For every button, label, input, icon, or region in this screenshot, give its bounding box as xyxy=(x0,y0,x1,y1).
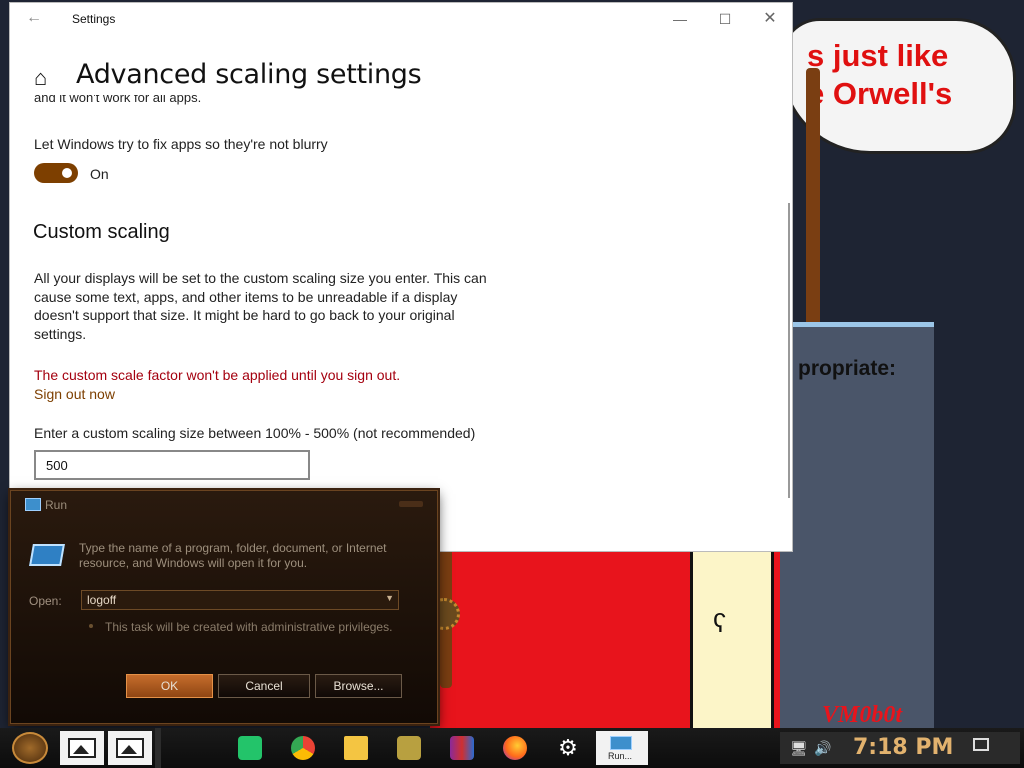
cancel-button[interactable]: Cancel xyxy=(218,674,310,698)
taskbar-run-task[interactable]: Run... xyxy=(596,731,648,765)
speech-bubble-line-2: e Orwell's xyxy=(807,76,953,111)
open-label: Open: xyxy=(29,594,62,608)
folder-icon xyxy=(344,736,368,760)
ok-button[interactable]: OK xyxy=(126,674,213,698)
settings-window: ← Settings — ☐ ✕ ⌂ Advanced scaling sett… xyxy=(10,3,792,551)
taskbar-chrome[interactable] xyxy=(281,731,325,765)
system-tray: 🖥 🔊 7:18 PM xyxy=(780,732,1020,764)
run-window-icon xyxy=(25,498,41,511)
speech-bubble-line-1: s just like xyxy=(807,38,949,73)
run-task-icon xyxy=(610,736,632,750)
taskbar: ⚙ Run... 🖥 🔊 7:18 PM xyxy=(0,728,1024,768)
chrome-icon xyxy=(291,736,315,760)
close-button[interactable]: ✕ xyxy=(750,7,790,31)
signout-warning: The custom scale factor won't be applied… xyxy=(34,367,401,383)
image-icon xyxy=(116,738,144,758)
sandbox-icon xyxy=(397,736,421,760)
shield-icon xyxy=(89,624,93,628)
admin-privileges-note: This task will be created with administr… xyxy=(105,620,393,634)
run-close-button[interactable] xyxy=(399,501,423,507)
taskbar-photos-1[interactable] xyxy=(60,731,104,765)
run-program-icon xyxy=(29,544,65,566)
custom-scaling-description: All your displays will be set to the cus… xyxy=(34,270,487,342)
taskbar-photos-2[interactable] xyxy=(108,731,152,765)
taskbar-separator xyxy=(155,728,161,768)
settings-scrollbar[interactable] xyxy=(788,203,790,498)
gear-icon: ⚙ xyxy=(558,735,578,760)
run-title: Run xyxy=(45,498,68,512)
taskbar-archive-app[interactable] xyxy=(440,731,484,765)
cream-mark: ʕ xyxy=(713,608,726,638)
partial-text-line: and it won't work for all apps. xyxy=(34,95,202,105)
sign-out-now-link[interactable]: Sign out now xyxy=(34,386,115,402)
window-title: Settings xyxy=(72,12,116,26)
taskbar-notes-app[interactable] xyxy=(228,731,272,765)
speech-bubble-text: s just like e Orwell's xyxy=(807,37,952,113)
settings-titlebar[interactable]: ← Settings — ☐ ✕ xyxy=(10,3,792,35)
chevron-down-icon[interactable]: ▼ xyxy=(385,593,394,603)
run-titlebar[interactable]: Run xyxy=(11,491,437,517)
taskbar-firefox[interactable] xyxy=(493,731,537,765)
cream-artwork: ʕ xyxy=(690,548,774,733)
network-icon[interactable]: 🖥 xyxy=(790,740,808,757)
clock[interactable]: 7:18 PM xyxy=(853,735,953,760)
minimize-button[interactable]: — xyxy=(660,7,700,31)
taskbar-file-explorer[interactable] xyxy=(334,731,378,765)
firefox-icon xyxy=(503,736,527,760)
browse-button[interactable]: Browse... xyxy=(315,674,402,698)
notes-icon xyxy=(238,736,262,760)
desktop-panel: propriate: xyxy=(768,322,934,737)
custom-scaling-input[interactable] xyxy=(34,450,310,480)
back-arrow-icon[interactable]: ← xyxy=(26,9,42,27)
fix-blurry-label: Let Windows try to fix apps so they're n… xyxy=(34,136,328,152)
signature: VM0b0t xyxy=(822,702,903,728)
taskbar-settings[interactable]: ⚙ xyxy=(546,731,590,765)
maximize-button[interactable]: ☐ xyxy=(705,7,745,31)
page-title: Advanced scaling settings xyxy=(76,59,422,90)
desktop-panel-text: propriate: xyxy=(798,357,897,380)
archive-icon xyxy=(450,736,474,760)
run-description: Type the name of a program, folder, docu… xyxy=(79,541,387,570)
home-icon[interactable]: ⌂ xyxy=(34,65,47,91)
image-icon xyxy=(68,738,96,758)
open-combobox[interactable]: logoff ▼ xyxy=(81,590,399,610)
start-button-icon[interactable] xyxy=(12,732,48,764)
volume-icon[interactable]: 🔊 xyxy=(814,740,831,757)
scaling-size-label: Enter a custom scaling size between 100%… xyxy=(34,425,476,441)
fix-blurry-toggle[interactable] xyxy=(34,163,78,183)
toggle-state-label: On xyxy=(90,166,109,182)
taskbar-sandbox-app[interactable] xyxy=(387,731,431,765)
run-dialog: Run Type the name of a program, folder, … xyxy=(10,490,438,724)
section-title-custom-scaling: Custom scaling xyxy=(33,221,170,243)
toggle-knob xyxy=(62,168,72,178)
open-combobox-value[interactable]: logoff xyxy=(87,593,116,607)
notification-icon[interactable] xyxy=(973,738,989,751)
run-task-label: Run... xyxy=(608,751,633,761)
